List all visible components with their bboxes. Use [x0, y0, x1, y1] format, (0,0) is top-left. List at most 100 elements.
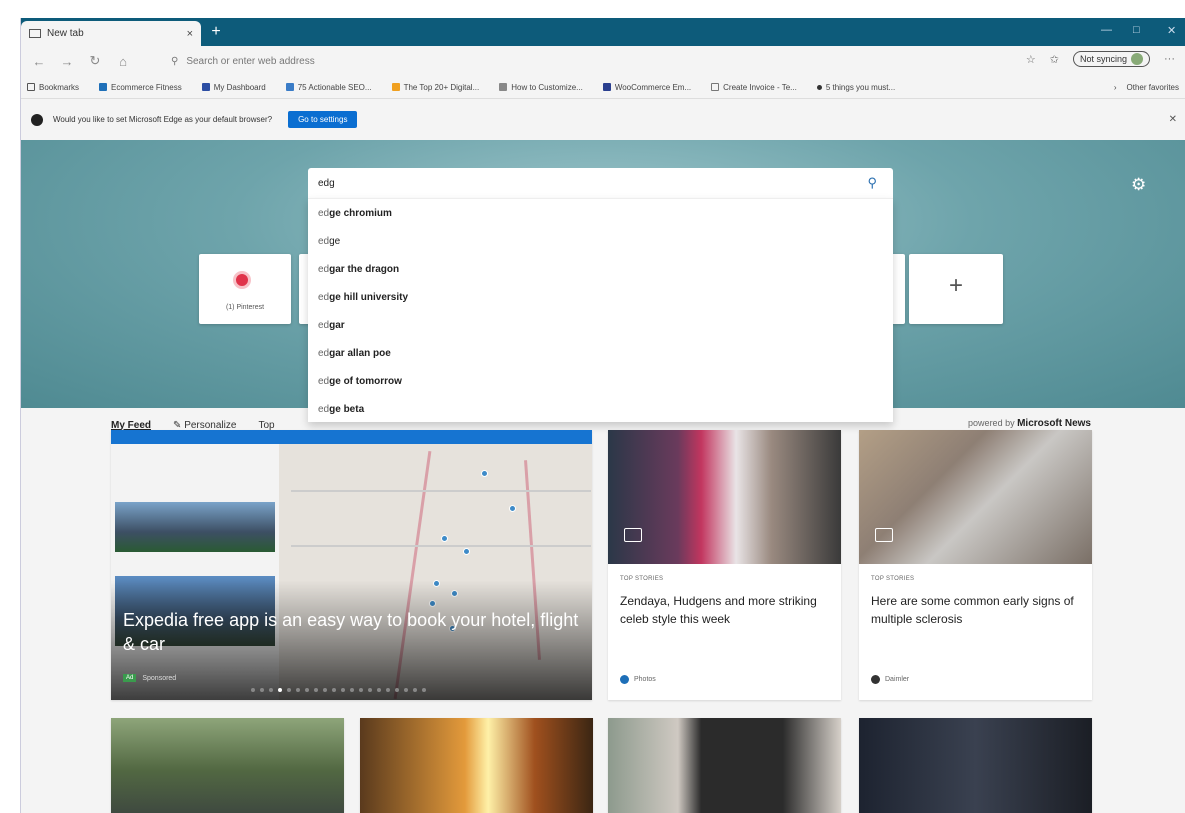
quick-link-tile[interactable]: (1) Pinterest	[199, 254, 291, 324]
favorite-item[interactable]: Bookmarks	[27, 83, 79, 92]
back-icon[interactable]: ←	[29, 54, 49, 69]
tile-label: (1) Pinterest	[225, 304, 265, 311]
favorite-item[interactable]: The Top 20+ Digital...	[391, 83, 479, 92]
carousel-dot[interactable]	[395, 688, 399, 692]
carousel-dot[interactable]	[404, 688, 408, 692]
suggestion-item[interactable]: ed gar the dragon	[308, 255, 893, 283]
close-icon[interactable]: ✕	[1169, 114, 1177, 125]
carousel-dot[interactable]	[377, 688, 381, 692]
carousel-dot[interactable]	[269, 688, 273, 692]
carousel-dot[interactable]	[368, 688, 372, 692]
map-pin	[509, 505, 516, 512]
gear-icon[interactable]: ⚙	[1131, 175, 1146, 195]
app-header-bar	[111, 430, 592, 444]
news-card-thumbnail[interactable]	[608, 718, 841, 813]
news-source: Daimler	[871, 675, 909, 684]
news-image	[608, 430, 841, 564]
news-card-thumbnail[interactable]	[111, 718, 344, 813]
more-menu-icon[interactable]: ···	[1164, 53, 1175, 65]
favorite-star-icon[interactable]: ☆	[1026, 53, 1036, 66]
news-title: Zendaya, Hudgens and more striking celeb…	[620, 594, 817, 626]
favorites-icon[interactable]: ✩	[1050, 53, 1059, 66]
browser-window: New tab × + — □ ✕ ← → ↻ ⌂ ⚲ Search or en…	[20, 18, 1185, 813]
tab-personalize[interactable]: ✎ Personalize	[173, 420, 236, 431]
carousel-dot[interactable]	[305, 688, 309, 692]
news-category: TOP STORIES	[620, 576, 664, 582]
carousel-dot[interactable]	[287, 688, 291, 692]
maximize-button[interactable]: □	[1133, 24, 1140, 36]
carousel-dot[interactable]	[422, 688, 426, 692]
other-favorites-folder[interactable]: Other favorites	[1127, 83, 1179, 92]
feed-ad-card[interactable]: Expedia free app is an easy way to book …	[111, 430, 592, 700]
suggestion-item[interactable]: ed ge of tomorrow	[308, 367, 893, 395]
infobar-message: Would you like to set Microsoft Edge as …	[53, 115, 273, 124]
suggestion-item[interactable]: ed ge hill university	[308, 283, 893, 311]
carousel-dot[interactable]	[386, 688, 390, 692]
tab-new-tab[interactable]: New tab ×	[21, 21, 201, 46]
go-to-settings-button[interactable]: Go to settings	[288, 111, 358, 128]
news-title: Here are some common early signs of mult…	[871, 594, 1074, 626]
suggestion-item[interactable]: ed gar	[308, 311, 893, 339]
site-icon	[99, 83, 108, 91]
tab-my-feed[interactable]: My Feed	[111, 420, 151, 431]
favorites-overflow: › Other favorites	[1114, 83, 1179, 92]
gallery-icon	[875, 528, 893, 542]
quick-link-tile[interactable]	[891, 254, 905, 324]
favorite-item[interactable]: 5 things you must...	[816, 83, 895, 92]
favorite-item[interactable]: My Dashboard	[201, 83, 266, 92]
page-icon	[711, 83, 720, 91]
tab-top[interactable]: Top	[258, 420, 274, 431]
news-card[interactable]: TOP STORIES Zendaya, Hudgens and more st…	[608, 430, 841, 700]
hotel-image	[115, 502, 275, 552]
web-search-input[interactable]: edg ⚲	[308, 168, 893, 198]
address-placeholder: Search or enter web address	[186, 55, 315, 67]
carousel-dot[interactable]	[323, 688, 327, 692]
carousel-dot[interactable]	[314, 688, 318, 692]
news-category: TOP STORIES	[871, 576, 915, 582]
carousel-dot[interactable]	[359, 688, 363, 692]
suggestion-item[interactable]: ed ge	[308, 227, 893, 255]
carousel-dot[interactable]	[332, 688, 336, 692]
search-icon[interactable]: ⚲	[867, 175, 877, 191]
carousel-dot[interactable]	[413, 688, 417, 692]
site-icon	[285, 83, 294, 91]
close-tab-icon[interactable]: ×	[187, 28, 193, 40]
carousel-dot[interactable]	[251, 688, 255, 692]
news-card-thumbnail[interactable]	[360, 718, 593, 813]
forward-icon[interactable]: →	[57, 54, 77, 69]
carousel-dots[interactable]	[251, 688, 426, 692]
carousel-dot[interactable]	[341, 688, 345, 692]
chevron-right-icon[interactable]: ›	[1114, 83, 1117, 92]
refresh-icon[interactable]: ↻	[85, 53, 105, 69]
toolbar-right: ☆ ✩ Not syncing ···	[1026, 51, 1175, 67]
carousel-dot[interactable]	[278, 688, 282, 692]
minimize-button[interactable]: —	[1101, 24, 1112, 36]
search-query: edg	[318, 177, 335, 189]
carousel-dot[interactable]	[260, 688, 264, 692]
favorite-item[interactable]: How to Customize...	[499, 83, 583, 92]
ad-badge: Ad	[123, 674, 137, 682]
favorites-bar: Bookmarks Ecommerce Fitness My Dashboard…	[21, 76, 1185, 98]
suggestion-item[interactable]: ed gar allan poe	[308, 339, 893, 367]
suggestion-item[interactable]: ed ge chromium	[308, 199, 893, 227]
map-pin	[481, 470, 488, 477]
map-road	[291, 545, 591, 547]
favorite-item[interactable]: WooCommerce Em...	[602, 83, 691, 92]
site-icon	[391, 83, 400, 91]
home-icon[interactable]: ⌂	[113, 54, 133, 69]
carousel-dot[interactable]	[350, 688, 354, 692]
favorite-item[interactable]: 75 Actionable SEO...	[285, 83, 372, 92]
navigation-bar: ← → ↻ ⌂ ⚲ Search or enter web address ☆ …	[21, 46, 1185, 76]
address-bar[interactable]: ⚲ Search or enter web address	[171, 50, 991, 72]
new-tab-button[interactable]: +	[207, 23, 225, 41]
carousel-dot[interactable]	[296, 688, 300, 692]
favorite-item[interactable]: Create Invoice - Te...	[711, 83, 797, 92]
news-card[interactable]: TOP STORIES Here are some common early s…	[859, 430, 1092, 700]
favorite-item[interactable]: Ecommerce Fitness	[99, 83, 182, 92]
add-site-tile[interactable]: +	[909, 254, 1003, 324]
source-icon	[871, 675, 880, 684]
news-card-thumbnail[interactable]	[859, 718, 1092, 813]
profile-sync-button[interactable]: Not syncing	[1072, 51, 1150, 67]
site-icon	[201, 83, 210, 91]
close-window-button[interactable]: ✕	[1167, 24, 1176, 37]
